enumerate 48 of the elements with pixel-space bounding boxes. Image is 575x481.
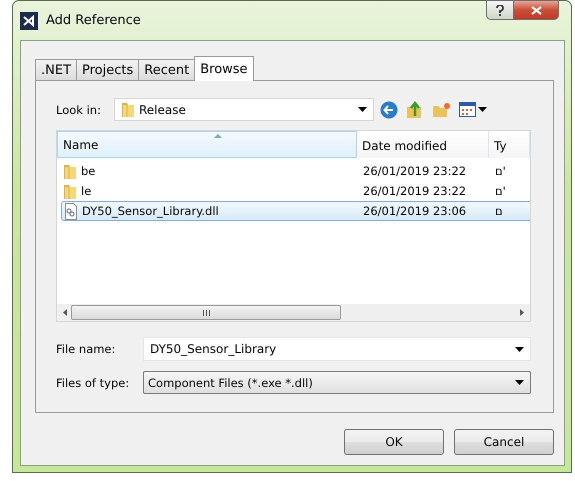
grip-icon bbox=[202, 310, 210, 316]
type-cell-text: ם' bbox=[494, 183, 507, 200]
view-menu-icon[interactable] bbox=[459, 102, 476, 117]
scroll-right-icon bbox=[520, 309, 524, 316]
new-folder-icon[interactable] bbox=[432, 102, 451, 118]
date-cell-text: 26/01/2019 23:22 bbox=[362, 183, 468, 200]
tab[interactable]: Browse bbox=[194, 56, 254, 81]
files-of-type-label: Files of type: bbox=[56, 376, 130, 390]
file-name-label: File name: bbox=[56, 342, 116, 356]
help-button[interactable] bbox=[486, 0, 513, 20]
file-name-field[interactable]: DY50_Sensor_Library bbox=[143, 337, 531, 361]
file-name-cell[interactable]: DY50_Sensor_Library.dll bbox=[61, 201, 357, 221]
column-header[interactable]: Ty bbox=[489, 131, 530, 158]
file-type-dropdown[interactable]: Component Files (*.exe *.dll) bbox=[143, 371, 531, 394]
caret-icon bbox=[515, 346, 524, 352]
date-cell-text: 26/01/2019 23:22 bbox=[362, 163, 468, 180]
back-icon[interactable] bbox=[380, 100, 398, 118]
scroll-left-icon bbox=[63, 309, 67, 316]
close-button[interactable] bbox=[513, 0, 559, 20]
caret-icon bbox=[358, 107, 367, 112]
folder-icon bbox=[63, 182, 77, 200]
sort-arrow-icon bbox=[214, 134, 222, 138]
up-folder-icon[interactable] bbox=[406, 100, 424, 118]
caret-icon bbox=[515, 380, 524, 385]
column-header[interactable]: Date modified bbox=[357, 131, 489, 158]
window-title: Add Reference bbox=[46, 13, 141, 28]
dropdown-caret-icon bbox=[478, 107, 487, 112]
file-name-cell[interactable]: le bbox=[57, 181, 357, 201]
close-icon bbox=[530, 6, 542, 14]
file-name-cell[interactable]: be bbox=[57, 161, 357, 181]
folder-icon bbox=[121, 101, 135, 118]
look-in-dropdown[interactable]: Release bbox=[114, 98, 374, 121]
type-cell: ם bbox=[489, 201, 530, 221]
cancel-button[interactable]: Cancel bbox=[454, 429, 554, 455]
look-in-label: Look in: bbox=[56, 102, 102, 116]
ok-button[interactable]: OK bbox=[344, 429, 444, 455]
scroll-thumb[interactable] bbox=[71, 305, 341, 320]
tab[interactable]: Projects bbox=[76, 59, 140, 80]
app-logo-icon bbox=[20, 12, 38, 30]
help-icon bbox=[496, 4, 504, 16]
type-cell-text: ם' bbox=[494, 163, 507, 180]
tab[interactable]: Recent bbox=[138, 59, 196, 80]
column-header[interactable]: Name bbox=[57, 131, 357, 158]
folder-icon bbox=[63, 162, 77, 180]
date-cell: 26/01/2019 23:06 bbox=[357, 201, 489, 221]
horizontal-scrollbar[interactable] bbox=[57, 304, 530, 321]
file-icon bbox=[64, 202, 78, 220]
tab[interactable]: .NET bbox=[35, 59, 78, 80]
